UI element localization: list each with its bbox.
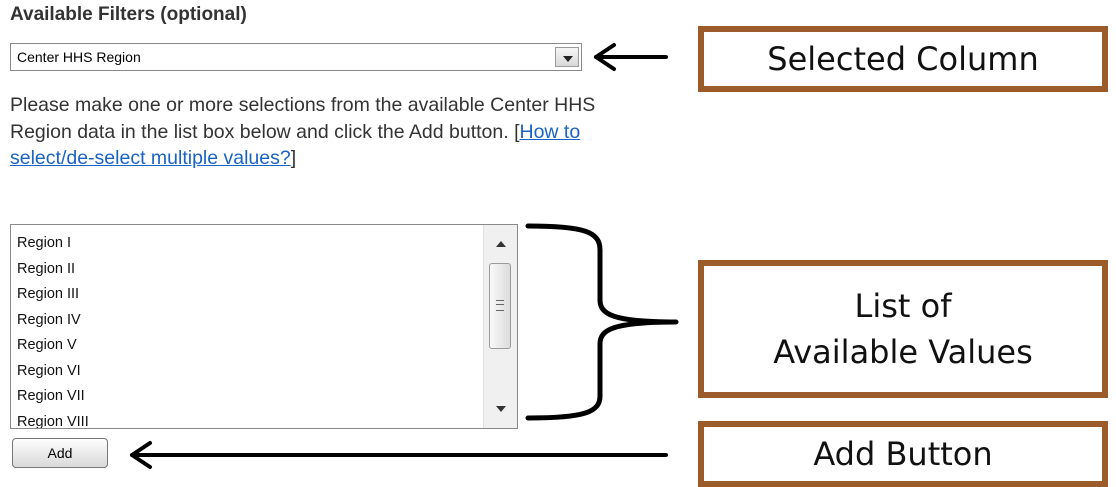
scroll-down-icon[interactable] — [496, 406, 506, 412]
callout-list-values-line2: Available Values — [773, 333, 1033, 371]
help-text-body: Please make one or more selections from … — [10, 94, 596, 143]
list-item[interactable]: Region III — [17, 282, 89, 308]
help-text-suffix: ] — [290, 147, 297, 169]
scroll-thumb[interactable] — [489, 263, 511, 349]
list-item[interactable]: Region IV — [17, 308, 89, 334]
list-item[interactable]: Region II — [17, 257, 89, 283]
callout-list-values: List of Available Values — [698, 260, 1108, 398]
callout-list-values-line1: List of — [854, 287, 952, 325]
list-item[interactable]: Region V — [17, 333, 89, 359]
help-text: Please make one or more selections from … — [10, 92, 610, 172]
scroll-up-icon[interactable] — [496, 241, 506, 247]
arrow-add-button-head — [130, 441, 152, 469]
add-button[interactable]: Add — [12, 438, 108, 468]
list-brace — [525, 223, 679, 421]
arrow-selected-column-head — [594, 43, 616, 71]
list-item[interactable]: Region I — [17, 231, 89, 257]
list-item[interactable]: Region VI — [17, 359, 89, 385]
callout-add-button: Add Button — [698, 421, 1108, 487]
selected-column-value: Center HHS Region — [17, 49, 141, 65]
list-item[interactable]: Region VII — [17, 384, 89, 410]
listbox-items: Region I Region II Region III Region IV Regi… — [17, 231, 89, 429]
chevron-down-icon[interactable] — [555, 47, 579, 67]
column-select[interactable]: Center HHS Region — [10, 43, 582, 71]
callout-selected-column: Selected Column — [698, 26, 1108, 92]
available-values-listbox[interactable]: Region I Region II Region III Region IV Regi… — [10, 224, 518, 429]
listbox-scrollbar[interactable] — [483, 225, 517, 428]
list-item[interactable]: Region VIII — [17, 410, 89, 429]
filters-heading: Available Filters (optional) — [10, 4, 247, 25]
